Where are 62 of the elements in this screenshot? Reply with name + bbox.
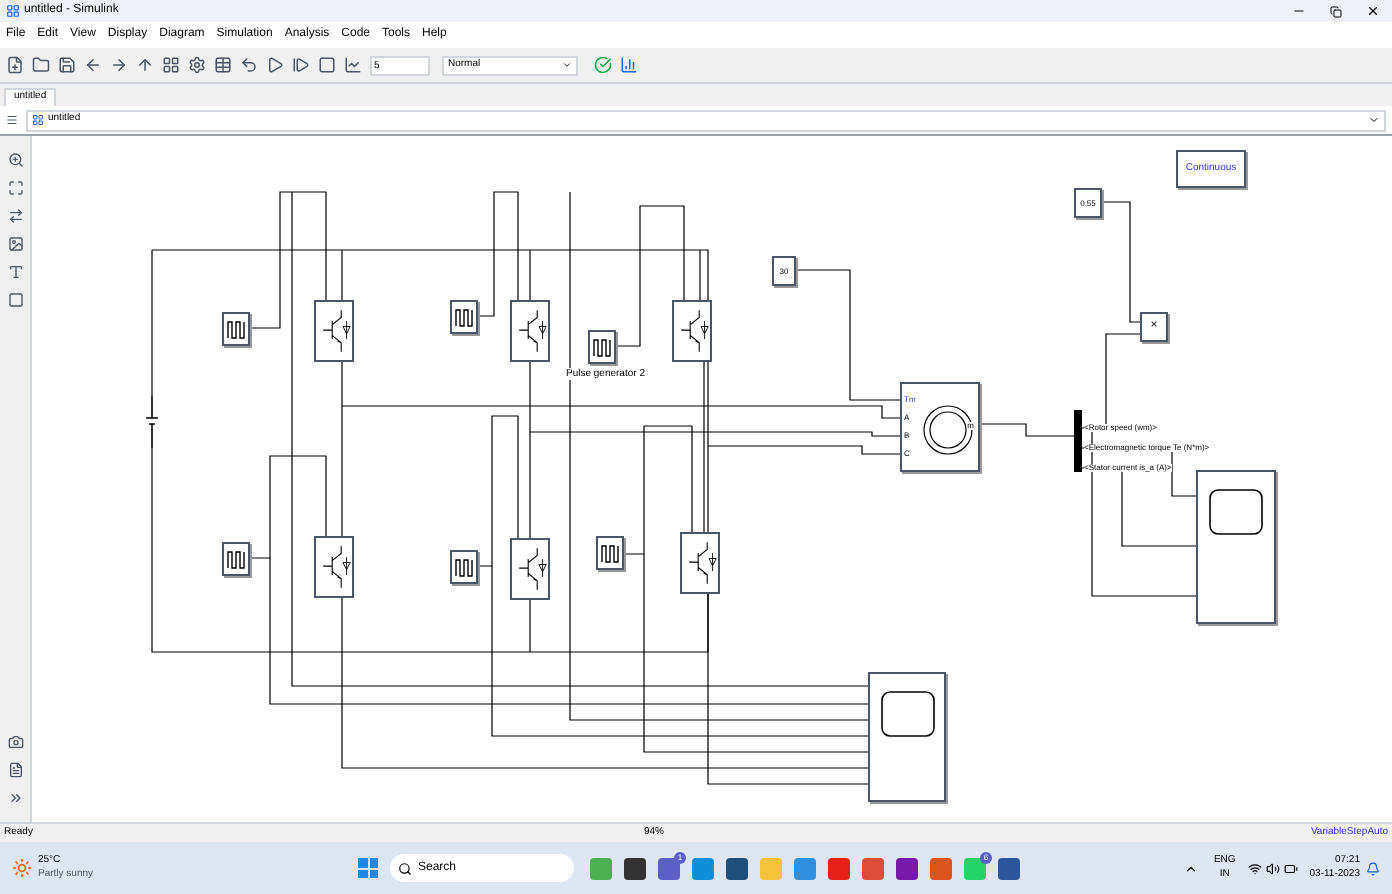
fit-view-icon[interactable] (7, 180, 23, 196)
app-icon (6, 4, 20, 18)
search-icon (398, 861, 412, 875)
open-folder-icon[interactable] (32, 56, 50, 74)
battery-icon[interactable] (1283, 861, 1298, 875)
wifi-icon[interactable] (1247, 861, 1262, 875)
pulse-generator-block[interactable] (450, 550, 478, 584)
start-icon[interactable] (358, 858, 378, 878)
scope-screen-icon (879, 690, 935, 738)
tray-chevron-icon[interactable] (1183, 861, 1198, 875)
check-icon[interactable] (594, 56, 612, 74)
library-grid-icon[interactable] (162, 56, 180, 74)
pulse-generator-block[interactable] (222, 542, 250, 576)
pulse-generator-block[interactable] (222, 312, 250, 346)
close-icon[interactable] (1366, 4, 1380, 18)
new-model-icon[interactable] (6, 56, 24, 74)
minimize-icon[interactable] (1292, 4, 1306, 18)
pulse-generator-block[interactable] (450, 300, 478, 334)
notification-bell-icon[interactable] (1366, 861, 1380, 875)
weather-icon (12, 858, 32, 878)
igbt-block[interactable] (314, 536, 354, 598)
zoom-in-icon[interactable] (7, 152, 23, 168)
save-icon[interactable] (58, 56, 76, 74)
pulse-generator-block[interactable] (588, 330, 616, 364)
igbt-block[interactable] (680, 532, 720, 594)
igbt-block[interactable] (314, 300, 354, 362)
pulse-generator-block[interactable] (596, 536, 624, 570)
restore-icon[interactable] (1330, 5, 1342, 17)
table-icon[interactable] (214, 56, 232, 74)
image-icon[interactable] (7, 236, 23, 252)
dropdown-caret-icon (562, 60, 572, 70)
taskbar-app-icon[interactable] (624, 857, 646, 879)
chart-icon[interactable] (344, 56, 362, 74)
igbt-block[interactable] (672, 300, 712, 362)
settings-icon[interactable] (188, 56, 206, 74)
taskbar-app-icon[interactable] (998, 857, 1020, 879)
scope-screen-icon (1208, 488, 1264, 536)
dc-source-icon (146, 396, 158, 448)
stop-icon[interactable] (318, 56, 336, 74)
square-icon[interactable] (7, 292, 23, 308)
taskbar-app-icon[interactable] (726, 857, 748, 879)
play-icon[interactable] (266, 56, 284, 74)
document-icon[interactable] (7, 762, 23, 778)
step-forward-icon[interactable] (292, 56, 310, 74)
forward-arrow-icon[interactable] (110, 56, 128, 74)
arrows-icon[interactable] (7, 208, 23, 224)
volume-icon[interactable] (1265, 861, 1280, 875)
taskbar-app-icon[interactable] (896, 857, 918, 879)
scope-block[interactable] (1196, 470, 1276, 624)
expand-icon[interactable] (7, 790, 23, 806)
scope-block[interactable] (868, 672, 946, 802)
model-icon (32, 114, 44, 126)
motor-icon (922, 404, 974, 456)
hide-browser-icon[interactable] (6, 114, 18, 126)
text-icon[interactable] (7, 264, 23, 280)
back-arrow-icon[interactable] (84, 56, 102, 74)
dropdown-caret-icon (1368, 114, 1380, 126)
camera-icon[interactable] (7, 734, 23, 750)
up-arrow-icon[interactable] (136, 56, 154, 74)
igbt-block[interactable] (510, 300, 550, 362)
igbt-block[interactable] (510, 538, 550, 600)
bar-chart-icon[interactable] (620, 56, 638, 74)
